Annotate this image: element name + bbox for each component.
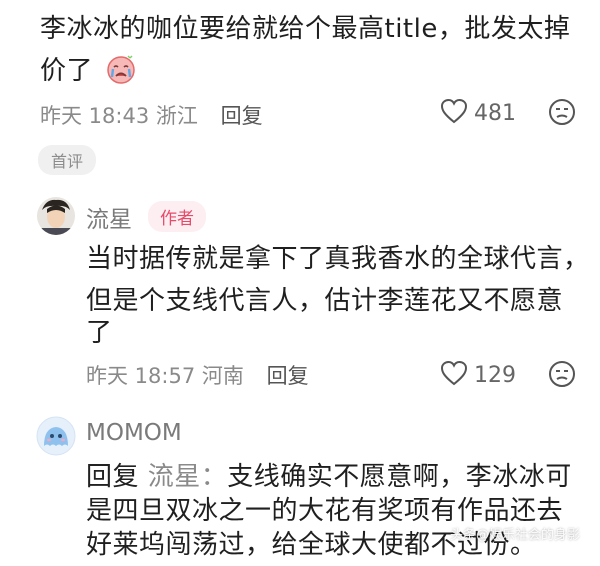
comment-text-line2-text: 价了 [40, 56, 94, 86]
first-comment-badge: 首评 [38, 145, 97, 175]
like-button[interactable]: 129 [440, 360, 516, 390]
comment-text-line2: 价了 [40, 50, 136, 98]
comment-meta: 昨天 18:43 浙江 回复 [40, 100, 263, 130]
avatar[interactable] [36, 196, 76, 240]
author-badge: 作者 [148, 201, 206, 232]
reply-target[interactable]: 流星： [148, 462, 228, 492]
avatar[interactable] [36, 416, 76, 460]
reply-prefix: 回复 [86, 462, 140, 492]
comment-text-line1: 李冰冰的咖位要给就给个最高title，批发太掉 [40, 14, 571, 44]
heart-icon [440, 360, 468, 390]
comment-location: 浙江 [155, 104, 198, 128]
like-count: 481 [474, 100, 516, 126]
reply-time: 昨天 18:57 [86, 364, 196, 388]
username[interactable]: 流星 [86, 200, 132, 234]
username[interactable]: MOMOM [86, 420, 182, 446]
like-count: 129 [474, 362, 516, 388]
reply-text-rest: 支线确实不愿意啊，李冰冰可 [227, 462, 572, 492]
reply-text-line3: 了 [86, 318, 113, 348]
reply-button[interactable]: 回复 [267, 364, 309, 388]
heart-icon [440, 98, 468, 128]
reply-text-line2: 但是个支线代言人，估计李莲花又不愿意 [86, 286, 564, 316]
reply-meta: 昨天 18:57 河南 回复 [86, 360, 309, 390]
dislike-face-icon[interactable] [548, 98, 576, 130]
comment-time: 昨天 18:43 [40, 104, 150, 128]
reply-location: 河南 [201, 364, 244, 388]
crying-face-icon [106, 55, 136, 98]
reply-text-line1: 当时据传就是拿下了真我香水的全球代言， [86, 244, 590, 274]
dislike-face-icon[interactable] [548, 360, 576, 392]
reply-button[interactable]: 回复 [221, 104, 263, 128]
like-button[interactable]: 481 [440, 98, 516, 128]
watermark: 头条@娱乐社会的身影 [450, 528, 581, 543]
